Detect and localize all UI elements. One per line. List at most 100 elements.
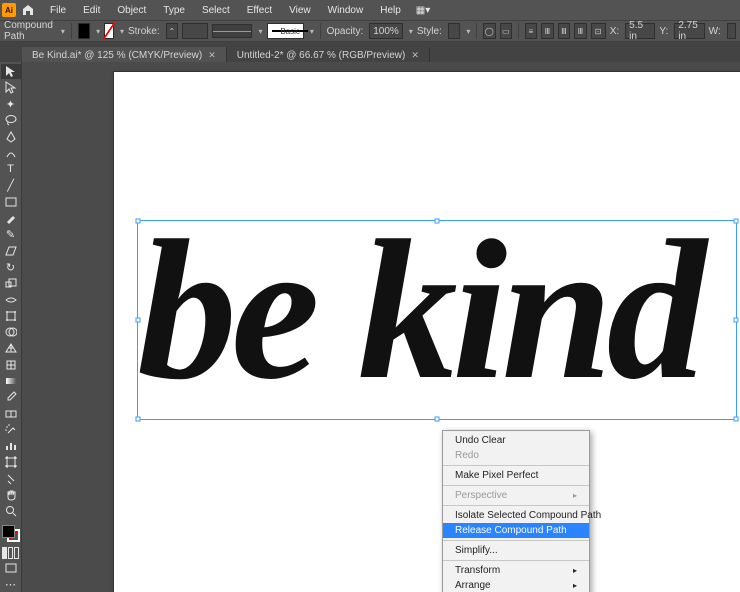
align-v1-icon[interactable]: Ⅲ	[541, 23, 553, 39]
menu-object[interactable]: Object	[109, 3, 154, 18]
align-to-icon[interactable]: ▭	[500, 23, 512, 39]
pencil-tool[interactable]: ✎	[1, 227, 21, 242]
home-icon[interactable]	[21, 3, 35, 17]
style-label: Style:	[417, 26, 442, 37]
selection-type-dropdown[interactable]	[59, 26, 65, 37]
x-label: X:	[610, 26, 619, 37]
pen-tool[interactable]	[1, 129, 21, 144]
ctx-transform[interactable]: Transform	[443, 563, 589, 578]
selection-tool[interactable]	[1, 64, 21, 79]
menu-help[interactable]: Help	[372, 3, 409, 18]
stroke-profile-preview[interactable]	[212, 24, 252, 38]
rotate-tool[interactable]: ↻	[1, 259, 21, 274]
separator	[71, 23, 72, 39]
menu-window[interactable]: Window	[320, 3, 372, 18]
opacity-field[interactable]: 100%	[369, 23, 403, 39]
stroke-weight-field[interactable]	[182, 23, 208, 39]
fill-box[interactable]	[2, 525, 15, 538]
canvas-area[interactable]: be kind Undo Clear Redo Make Pixel Perfe…	[22, 62, 740, 592]
paintbrush-tool[interactable]	[1, 211, 21, 226]
fill-swatch[interactable]	[78, 23, 90, 39]
magic-wand-tool[interactable]: ✦	[1, 97, 21, 112]
ctx-simplify[interactable]: Simplify...	[443, 543, 589, 558]
menu-view[interactable]: View	[281, 3, 319, 18]
menu-type[interactable]: Type	[155, 3, 193, 18]
direct-selection-tool[interactable]	[1, 80, 21, 95]
ctx-make-pixel-perfect[interactable]: Make Pixel Perfect	[443, 468, 589, 483]
screen-mode-toggle[interactable]	[1, 560, 21, 575]
stroke-profile-dropdown[interactable]	[256, 26, 262, 37]
artwork-be-kind[interactable]: be kind	[137, 217, 740, 427]
context-menu: Undo Clear Redo Make Pixel Perfect Persp…	[442, 430, 590, 592]
fill-stroke-control[interactable]	[1, 524, 21, 543]
separator	[443, 485, 589, 486]
separator	[443, 505, 589, 506]
ctx-arrange[interactable]: Arrange	[443, 578, 589, 592]
hand-tool[interactable]	[1, 487, 21, 502]
close-icon[interactable]: ✕	[411, 50, 419, 61]
menu-effect[interactable]: Effect	[239, 3, 280, 18]
tab-label: Untitled-2* @ 66.67 % (RGB/Preview)	[237, 50, 406, 61]
shape-builder-tool[interactable]	[1, 325, 21, 340]
selection-type-label: Compound Path	[4, 20, 53, 42]
separator	[476, 23, 477, 39]
opacity-dropdown[interactable]	[407, 26, 413, 37]
y-label: Y:	[659, 26, 668, 37]
stroke-swatch[interactable]	[104, 23, 114, 39]
artboard-tool[interactable]	[1, 455, 21, 470]
ctx-perspective: Perspective	[443, 488, 589, 503]
type-tool[interactable]: T	[1, 162, 21, 177]
draw-mode-controls[interactable]	[2, 547, 20, 560]
document-tabs: Be Kind.ai* @ 125 % (CMYK/Preview) ✕ Unt…	[0, 42, 740, 64]
symbol-sprayer-tool[interactable]	[1, 422, 21, 437]
gradient-tool[interactable]	[1, 373, 21, 388]
tab-label: Be Kind.ai* @ 125 % (CMYK/Preview)	[32, 50, 202, 61]
zoom-tool[interactable]	[1, 504, 21, 519]
curvature-tool[interactable]	[1, 145, 21, 160]
perspective-grid-tool[interactable]	[1, 341, 21, 356]
separator	[443, 465, 589, 466]
rectangle-tool[interactable]	[1, 194, 21, 209]
w-field[interactable]	[727, 23, 736, 39]
artwork-text: be kind	[137, 217, 710, 421]
align-h-icon[interactable]: ≡	[525, 23, 537, 39]
x-field[interactable]: 5.5 in	[625, 23, 655, 39]
recolor-icon[interactable]: ◯	[483, 23, 495, 39]
brush-definition[interactable]: Basic	[267, 23, 304, 39]
free-transform-tool[interactable]	[1, 308, 21, 323]
line-segment-tool[interactable]: ╱	[1, 178, 21, 193]
eyedropper-tool[interactable]	[1, 390, 21, 405]
ctx-release-compound-path[interactable]: Release Compound Path	[443, 523, 589, 538]
lasso-tool[interactable]	[1, 113, 21, 128]
style-swatch[interactable]	[448, 23, 460, 39]
app-logo[interactable]: Ai	[2, 3, 16, 17]
menu-edit[interactable]: Edit	[75, 3, 108, 18]
ctx-undo[interactable]: Undo Clear	[443, 433, 589, 448]
panel-toggle[interactable]: ⋯	[1, 577, 21, 592]
align-v3-icon[interactable]: Ⅲ	[574, 23, 586, 39]
y-field[interactable]: 2.75 in	[674, 23, 704, 39]
blend-tool[interactable]	[1, 406, 21, 421]
brush-dropdown[interactable]	[308, 26, 314, 37]
mesh-tool[interactable]	[1, 357, 21, 372]
separator	[443, 540, 589, 541]
align-v2-icon[interactable]: Ⅲ	[558, 23, 570, 39]
fill-dropdown[interactable]	[94, 26, 100, 37]
column-graph-tool[interactable]	[1, 438, 21, 453]
width-tool[interactable]	[1, 292, 21, 307]
eraser-tool[interactable]	[1, 243, 21, 258]
transform-anchor-icon[interactable]: ⊡	[591, 23, 606, 39]
separator	[518, 23, 519, 39]
scale-tool[interactable]	[1, 276, 21, 291]
ctx-isolate-compound-path[interactable]: Isolate Selected Compound Path	[443, 508, 589, 523]
stroke-dropdown[interactable]	[118, 26, 124, 37]
menu-select[interactable]: Select	[194, 3, 238, 18]
workspace-switcher-icon[interactable]: ▦▾	[416, 5, 430, 16]
close-icon[interactable]: ✕	[208, 50, 216, 61]
stroke-weight-link-icon[interactable]: ⌃	[166, 23, 178, 39]
style-dropdown[interactable]	[464, 26, 470, 37]
menu-file[interactable]: File	[42, 3, 74, 18]
tool-panel: ✦ T ╱ ✎ ↻ ⋯	[0, 62, 22, 592]
slice-tool[interactable]	[1, 471, 21, 486]
opacity-label: Opacity:	[327, 26, 364, 37]
